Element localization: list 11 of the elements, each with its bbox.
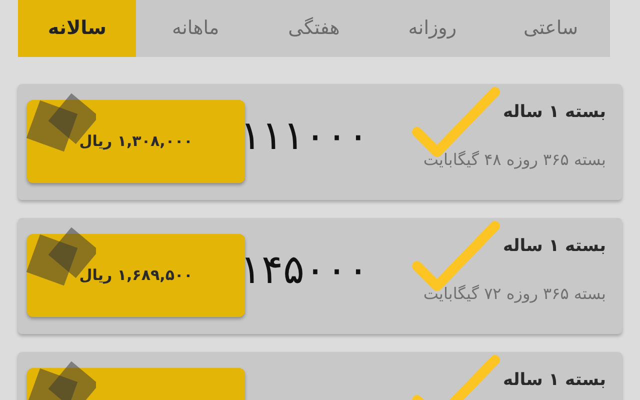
package-description: بسته ۳۶۵ روزه ۴۸ گیگابایت [423,148,606,171]
package-card[interactable]: بسته ۱ ساله بسته ۳۶۵ روزه ۷۲ گیگابایت ۱,۶۸۹,۵۰۰ ریال ۱۴۵۰۰۰ [18,218,622,334]
package-title: بسته ۱ ساله [502,235,606,258]
period-tab[interactable]: سالانه [18,0,136,57]
package-card[interactable]: بسته ۱ ساله [18,352,622,400]
price-button[interactable]: ۱,۳۰۸,۰۰۰ ریال [27,100,245,183]
package-title: بسته ۱ ساله [502,101,606,124]
package-card[interactable]: بسته ۱ ساله بسته ۳۶۵ روزه ۴۸ گیگابایت ۱,۳۰۸,۰۰۰ ریال ۱۱۱۰۰۰ [18,84,622,200]
package-title: بسته ۱ ساله [503,369,606,392]
price-button[interactable]: ۱,۶۸۹,۵۰۰ ریال [27,234,245,317]
package-description: بسته ۳۶۵ روزه ۷۲ گیگابایت [423,282,606,305]
